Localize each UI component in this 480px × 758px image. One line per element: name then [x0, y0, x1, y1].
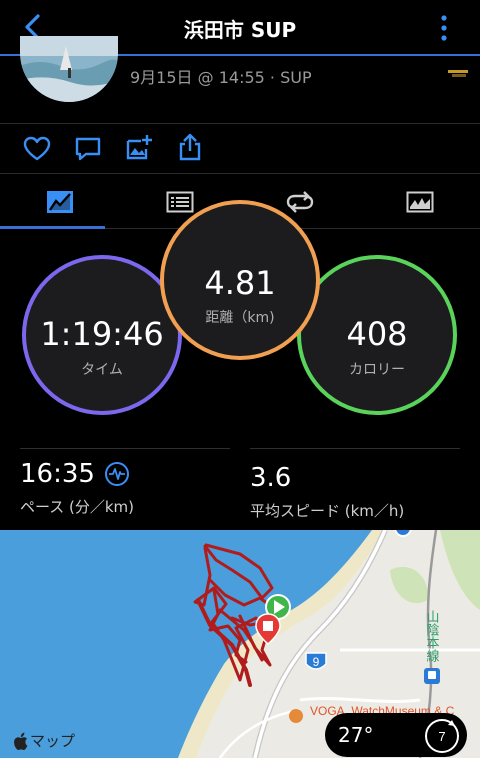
- wind-speed: 7: [438, 729, 445, 744]
- railway-label: 山陰本線: [424, 610, 440, 662]
- speed-label: 平均スピード (km／h): [250, 502, 405, 520]
- calories-label: カロリー: [349, 362, 405, 378]
- time-label: タイム: [81, 362, 123, 378]
- stat-divider: [20, 448, 230, 449]
- chart-icon: [406, 191, 434, 213]
- overview-icon: [47, 191, 73, 213]
- station-icon: [424, 668, 440, 684]
- wind-compass-icon: 7: [425, 719, 459, 753]
- apple-logo-icon: [14, 732, 28, 750]
- calories-ring: 408 カロリー: [297, 255, 457, 415]
- list-icon: [166, 191, 194, 213]
- add-photo-icon[interactable]: [124, 132, 154, 162]
- divider: [0, 123, 480, 124]
- cafe-icon: [289, 709, 303, 723]
- activity-date-type: 9月15日 @ 14:55 · SUP: [130, 68, 312, 87]
- time-value: 1:19:46: [40, 315, 164, 353]
- stat-divider: [250, 448, 460, 449]
- pace-value: 16:35: [20, 459, 95, 489]
- pace-label: ペース (分／km): [20, 498, 135, 516]
- repeat-icon: [286, 191, 314, 213]
- like-heart-icon[interactable]: [22, 134, 52, 164]
- calories-value: 408: [346, 315, 408, 353]
- distance-label: 距離（km): [205, 310, 275, 326]
- road-shield-icon: 9: [305, 652, 327, 670]
- distance-value: 4.81: [204, 264, 276, 302]
- activity-photo-avatar[interactable]: [20, 36, 118, 102]
- tab-charts[interactable]: [360, 174, 480, 232]
- map-attribution-label: マップ: [30, 732, 76, 750]
- more-menu-icon[interactable]: [436, 13, 452, 43]
- tab-active-indicator: [0, 226, 105, 229]
- road-number: 9: [313, 655, 320, 669]
- heart-rate-pulse-icon[interactable]: [104, 461, 130, 487]
- time-ring: 1:19:46 タイム: [22, 255, 182, 415]
- distance-ring: 4.81 距離（km): [160, 200, 320, 360]
- share-icon[interactable]: [175, 132, 205, 162]
- tab-overview[interactable]: [0, 174, 120, 232]
- speed-value: 3.6: [250, 463, 292, 493]
- map-attribution: マップ: [12, 730, 75, 751]
- device-badge-icon: [448, 70, 468, 77]
- comment-icon[interactable]: [73, 134, 103, 164]
- temperature-value: 27°: [338, 723, 374, 747]
